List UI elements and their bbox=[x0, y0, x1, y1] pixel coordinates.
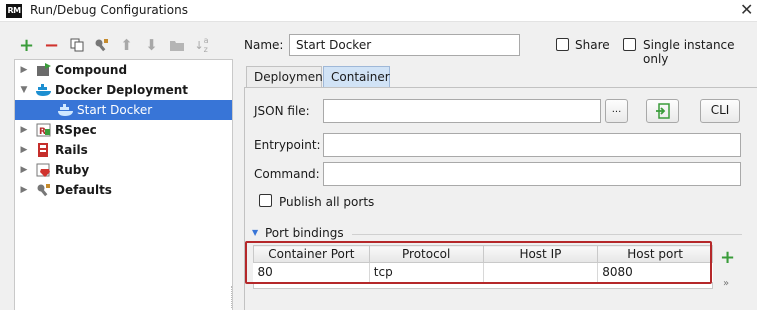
expand-arrow-icon[interactable]: ▶ bbox=[17, 185, 31, 195]
tree-item-label: Rails bbox=[55, 143, 88, 157]
container-port-cell[interactable]: 80 bbox=[253, 262, 370, 282]
tab-deployment[interactable]: Deployment bbox=[246, 66, 327, 87]
browse-button[interactable]: ... bbox=[605, 99, 628, 123]
rubymine-app-icon: RM bbox=[6, 4, 22, 18]
json-file-label: JSON file: bbox=[254, 104, 310, 118]
json-file-input[interactable] bbox=[323, 99, 601, 123]
column-header[interactable]: Protocol bbox=[368, 245, 484, 263]
command-label: Command: bbox=[254, 167, 320, 181]
tree-item-compound[interactable]: ▶ Compound bbox=[15, 60, 232, 80]
tree-item-ruby[interactable]: ▶ Ruby bbox=[15, 160, 232, 180]
title-bar: RM Run/Debug Configurations ✕ bbox=[0, 0, 757, 22]
rspec-icon: R bbox=[36, 123, 52, 137]
collapse-arrow-icon[interactable]: ▼ bbox=[17, 85, 31, 95]
arrow-down-icon[interactable]: ⬇ bbox=[139, 35, 164, 55]
copy-icon[interactable] bbox=[64, 35, 89, 55]
column-header[interactable]: Host IP bbox=[482, 245, 599, 263]
column-header[interactable]: Container Port bbox=[253, 245, 370, 263]
tree-item-label: Defaults bbox=[55, 183, 112, 197]
sort-az-icon[interactable]: ↓ a z bbox=[189, 35, 214, 55]
entrypoint-label: Entrypoint: bbox=[254, 138, 321, 152]
configuration-tree: ▶ Compound ▼ Docker Deployment Start Doc… bbox=[14, 59, 233, 310]
tree-item-label: Start Docker bbox=[77, 103, 153, 117]
rails-icon bbox=[36, 143, 52, 157]
expand-arrow-icon[interactable]: ▶ bbox=[17, 145, 31, 155]
folder-icon[interactable] bbox=[164, 35, 189, 55]
port-bindings-table: Container Port Protocol Host IP Host por… bbox=[253, 245, 713, 282]
add-row-button[interactable]: + bbox=[720, 247, 735, 268]
protocol-cell[interactable]: tcp bbox=[369, 262, 484, 282]
tree-item-label: RSpec bbox=[55, 123, 97, 137]
wrench-icon[interactable] bbox=[89, 35, 114, 55]
expand-arrow-icon[interactable]: ▶ bbox=[17, 125, 31, 135]
import-button[interactable] bbox=[646, 99, 679, 123]
table-header-row: Container Port Protocol Host IP Host por… bbox=[253, 245, 713, 263]
compound-icon bbox=[36, 63, 52, 77]
plus-icon[interactable]: + bbox=[14, 35, 39, 56]
tree-item-defaults[interactable]: ▶ Defaults bbox=[15, 180, 232, 200]
publish-all-ports-checkbox[interactable] bbox=[259, 194, 272, 207]
more-actions-button[interactable]: » bbox=[723, 278, 729, 289]
window-title: Run/Debug Configurations bbox=[30, 3, 188, 17]
host-port-cell[interactable]: 8080 bbox=[598, 263, 713, 282]
name-input[interactable]: Start Docker bbox=[289, 34, 520, 56]
tree-item-label: Ruby bbox=[55, 163, 90, 177]
tree-item-label: Compound bbox=[55, 63, 128, 77]
import-icon bbox=[655, 103, 670, 119]
tree-item-start-docker[interactable]: Start Docker bbox=[15, 100, 232, 120]
entrypoint-input[interactable] bbox=[323, 133, 741, 157]
expand-arrow-icon[interactable]: ▶ bbox=[17, 65, 31, 75]
cli-button[interactable]: CLI bbox=[700, 99, 740, 123]
wrench-icon bbox=[36, 183, 52, 197]
section-divider bbox=[352, 234, 742, 235]
expand-arrow-icon[interactable]: ▶ bbox=[17, 165, 31, 175]
svg-text:R: R bbox=[39, 127, 46, 137]
port-bindings-label: Port bindings bbox=[265, 226, 344, 240]
name-label: Name: bbox=[244, 38, 284, 52]
table-row[interactable]: 80 tcp 8080 bbox=[253, 262, 713, 282]
share-checkbox[interactable] bbox=[556, 38, 569, 51]
publish-all-ports-label: Publish all ports bbox=[279, 195, 375, 209]
collapse-arrow-icon[interactable]: ▼ bbox=[252, 228, 258, 237]
close-button[interactable]: ✕ bbox=[740, 0, 753, 19]
column-header[interactable]: Host port bbox=[597, 245, 713, 263]
tree-item-label: Docker Deployment bbox=[55, 83, 189, 97]
config-toolbar: + − ⬆ ⬇ ↓ a z bbox=[14, 34, 214, 56]
arrow-up-icon[interactable]: ⬆ bbox=[114, 35, 139, 55]
single-instance-label: Single instance only bbox=[643, 38, 735, 66]
host-ip-cell[interactable] bbox=[483, 262, 599, 282]
docker-icon bbox=[36, 83, 52, 97]
share-label: Share bbox=[575, 38, 610, 52]
single-instance-checkbox[interactable] bbox=[623, 38, 636, 51]
ruby-icon bbox=[36, 163, 52, 177]
tree-item-rails[interactable]: ▶ Rails bbox=[15, 140, 232, 160]
tab-container[interactable]: Container bbox=[323, 66, 390, 87]
tree-item-docker-deployment[interactable]: ▼ Docker Deployment bbox=[15, 80, 232, 100]
tree-item-rspec[interactable]: ▶ R RSpec bbox=[15, 120, 232, 140]
command-input[interactable] bbox=[323, 162, 741, 186]
minus-icon[interactable]: − bbox=[39, 35, 64, 56]
tree-resize-handle[interactable] bbox=[231, 286, 235, 308]
docker-icon bbox=[58, 103, 74, 117]
